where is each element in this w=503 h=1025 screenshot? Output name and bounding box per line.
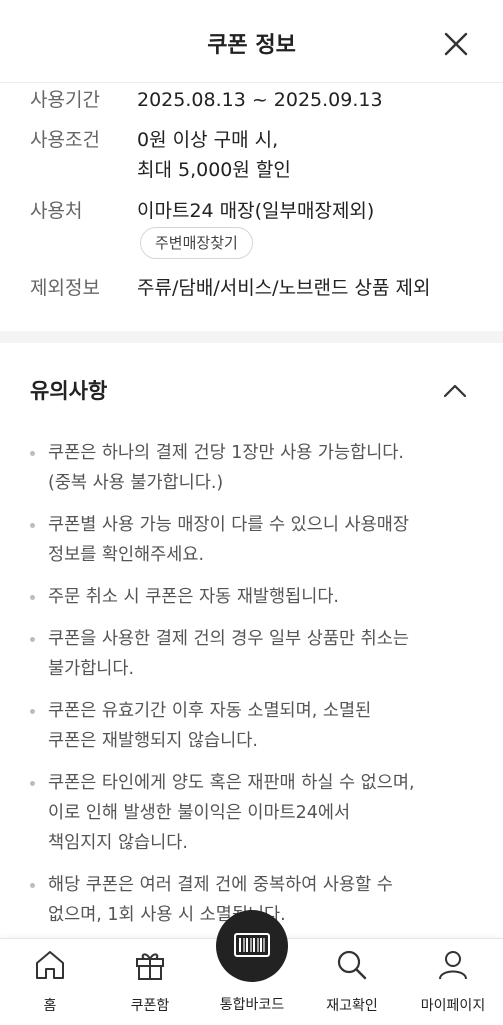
user-icon (439, 951, 467, 980)
notice-item: 쿠폰은 유효기간 이후 자동 소멸되며, 소멸된쿠폰은 재발행되지 않습니다. (30, 696, 480, 756)
bullet-dot (30, 883, 35, 888)
bullet-dot (30, 595, 35, 600)
gift-icon (136, 953, 164, 980)
bullet-dot (30, 451, 35, 456)
section-divider (0, 331, 503, 343)
nav-coupons[interactable]: 쿠폰함 (105, 939, 195, 1025)
nav-home-label: 홈 (43, 998, 57, 1014)
notice-item: 쿠폰을 사용한 결제 건의 경우 일부 상품만 취소는불가합니다. (30, 624, 480, 684)
collapse-notice-button[interactable] (438, 376, 472, 404)
page-title: 쿠폰 정보 (207, 33, 296, 58)
condition-label: 사용조건 (30, 129, 100, 151)
condition-line-2: 최대 5,000원 할인 (137, 159, 291, 181)
notice-item-line: 쿠폰은 유효기간 이후 자동 소멸되며, 소멸된 (48, 701, 372, 721)
notice-item-line: 해당 쿠폰은 여러 결제 건에 중복하여 사용할 수 (48, 875, 393, 895)
notice-item: 쿠폰은 하나의 결제 건당 1장만 사용 가능합니다. (중복 사용 불가합니다.… (30, 438, 480, 498)
nav-coupons-label: 쿠폰함 (130, 998, 170, 1014)
period-value: 2025.08.13 ~ 2025.09.13 (137, 89, 383, 111)
header: 쿠폰 정보 (0, 0, 503, 83)
search-icon (337, 950, 367, 980)
notice-item-line: 쿠폰은 하나의 결제 건당 1장만 사용 가능합니다. (48, 443, 404, 463)
bullet-dot (30, 523, 35, 528)
nav-barcode-label: 통합바코드 (219, 997, 285, 1013)
condition-value: 0원 이상 구매 시, 최대 5,000원 할인 (137, 125, 291, 185)
place-label: 사용처 (30, 200, 83, 222)
bullet-dot (30, 709, 35, 714)
close-icon[interactable] (438, 26, 474, 62)
nav-stock[interactable]: 재고확인 (307, 939, 397, 1025)
notice-item: 쿠폰은 타인에게 양도 혹은 재판매 하실 수 없으며, 이로 인해 발생한 불이… (30, 768, 480, 858)
notice-item-line: 정보를 확인해주세요. (48, 545, 205, 565)
period-label: 사용기간 (30, 89, 100, 111)
notice-item-line: 책임지지 않습니다. (48, 833, 188, 853)
notice-list: 쿠폰은 하나의 결제 건당 1장만 사용 가능합니다. (중복 사용 불가합니다.… (30, 438, 480, 942)
bullet-dot (30, 637, 35, 642)
notice-item: 쿠폰별 사용 가능 매장이 다를 수 있으니 사용매장정보를 확인해주세요. (30, 510, 480, 570)
condition-line-1: 0원 이상 구매 시, (137, 129, 279, 151)
nav-mypage-label: 마이페이지 (420, 998, 486, 1014)
exclude-value: 주류/담배/서비스/노브랜드 상품 제외 (137, 277, 431, 299)
nav-stock-label: 재고확인 (326, 998, 378, 1014)
notice-item-line: 주문 취소 시 쿠폰은 자동 재발행됩니다. (48, 587, 339, 607)
nav-mypage[interactable]: 마이페이지 (408, 939, 498, 1025)
notice-item-line: 쿠폰은 재발행되지 않습니다. (48, 731, 258, 751)
nav-home[interactable]: 홈 (5, 939, 95, 1025)
notice-item: 주문 취소 시 쿠폰은 자동 재발행됩니다. (30, 582, 480, 612)
notice-item-line: 불가합니다. (48, 659, 135, 679)
notice-title: 유의사항 (30, 379, 108, 403)
close-button[interactable] (438, 26, 474, 62)
notice-item-line: 이로 인해 발생한 불이익은 이마트24에서 (48, 803, 351, 823)
nav-barcode-button[interactable] (216, 910, 288, 982)
exclude-label: 제외정보 (30, 277, 100, 299)
notice-item-line: 쿠폰별 사용 가능 매장이 다를 수 있으니 사용매장 (48, 515, 409, 535)
barcode-icon (234, 933, 270, 957)
notice-item-line: 쿠폰을 사용한 결제 건의 경우 일부 상품만 취소는 (48, 629, 409, 649)
bullet-dot (30, 781, 35, 786)
place-value: 이마트24 매장(일부매장제외) (137, 200, 375, 222)
find-nearby-store-button[interactable]: 주변매장찾기 (140, 227, 253, 259)
home-icon (36, 951, 64, 979)
notice-item-line: (중복 사용 불가합니다.) (48, 473, 224, 493)
chevron-up-icon[interactable] (438, 376, 472, 404)
notice-item-line: 쿠폰은 타인에게 양도 혹은 재판매 하실 수 없으며, (48, 773, 415, 793)
